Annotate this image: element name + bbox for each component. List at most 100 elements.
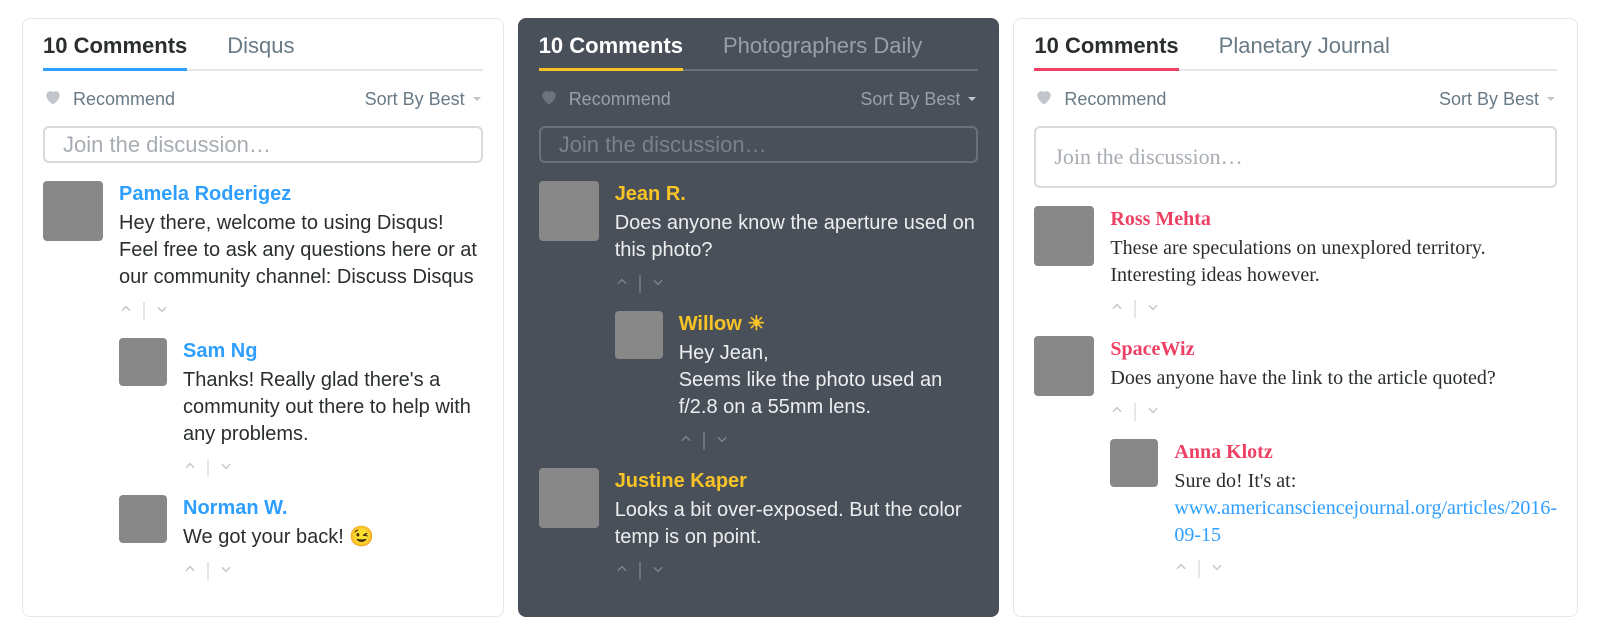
comment-input[interactable]: Join the discussion…: [1034, 126, 1557, 188]
vote-controls: [1110, 398, 1557, 425]
vote-separator: [207, 459, 209, 477]
downvote-icon[interactable]: [1146, 295, 1160, 322]
comment-author[interactable]: Pamela Roderigez: [119, 181, 483, 208]
vote-separator: [1198, 560, 1200, 578]
tab-community[interactable]: Disqus: [227, 33, 294, 71]
vote-controls: [1110, 295, 1557, 322]
comment: Sam Ng Thanks! Really glad there's a com…: [119, 338, 483, 481]
comment: Norman W. We got your back! 😉: [119, 495, 483, 584]
comment-text: Does anyone know the aperture used on th…: [615, 210, 979, 264]
avatar[interactable]: [539, 181, 599, 241]
avatar[interactable]: [43, 181, 103, 241]
comment-text: Hey Jean, Seems like the photo used an f…: [679, 340, 979, 421]
tabs: 10 Comments Planetary Journal: [1034, 33, 1557, 73]
recommend-button[interactable]: Recommend: [1034, 87, 1166, 112]
comment: Justine Kaper Looks a bit over-exposed. …: [539, 468, 979, 584]
comment-text: Thanks! Really glad there's a community …: [183, 367, 483, 448]
comment-author[interactable]: Norman W.: [183, 495, 483, 522]
comment: Anna Klotz Sure do! It's at: www.america…: [1110, 439, 1557, 582]
downvote-icon[interactable]: [155, 297, 169, 324]
comment-link[interactable]: www.americansciencejournal.org/articles/…: [1174, 497, 1557, 546]
downvote-icon[interactable]: [715, 427, 729, 454]
vote-separator: [143, 302, 145, 320]
comment-text: These are speculations on unexplored ter…: [1110, 235, 1557, 289]
avatar[interactable]: [615, 311, 663, 359]
tab-community[interactable]: Planetary Journal: [1219, 33, 1390, 71]
upvote-icon[interactable]: [679, 427, 693, 454]
comment-author[interactable]: SpaceWiz: [1110, 336, 1557, 363]
sort-label: Sort By Best: [365, 89, 465, 110]
sort-dropdown[interactable]: Sort By Best: [365, 89, 483, 110]
tab-community[interactable]: Photographers Daily: [723, 33, 922, 71]
downvote-icon[interactable]: [1210, 555, 1224, 582]
chevron-down-icon: [966, 89, 978, 110]
comment-thread: Ross Mehta These are speculations on une…: [1034, 206, 1557, 596]
downvote-icon[interactable]: [219, 454, 233, 481]
comment-author[interactable]: Ross Mehta: [1110, 206, 1557, 233]
comment: Jean R. Does anyone know the aperture us…: [539, 181, 979, 297]
comment-text: Does anyone have the link to the article…: [1110, 365, 1557, 392]
comment-author[interactable]: Anna Klotz: [1174, 439, 1557, 466]
recommend-label: Recommend: [73, 89, 175, 110]
avatar[interactable]: [1034, 336, 1094, 396]
comment-input[interactable]: Join the discussion…: [539, 126, 979, 163]
sort-dropdown[interactable]: Sort By Best: [860, 89, 978, 110]
upvote-icon[interactable]: [1110, 295, 1124, 322]
avatar[interactable]: [119, 338, 167, 386]
vote-controls: [679, 427, 979, 454]
sort-label: Sort By Best: [860, 89, 960, 110]
recommend-button[interactable]: Recommend: [539, 87, 671, 112]
toolbar: Recommend Sort By Best: [539, 87, 979, 112]
comments-panel-disqus: 10 Comments Disqus Recommend Sort By Bes…: [22, 18, 504, 617]
comments-panel-planetary: 10 Comments Planetary Journal Recommend …: [1013, 18, 1578, 617]
comment-text: Sure do! It's at: www.americansciencejou…: [1174, 468, 1557, 549]
vote-controls: [615, 270, 979, 297]
upvote-icon[interactable]: [183, 557, 197, 584]
recommend-button[interactable]: Recommend: [43, 87, 175, 112]
chevron-down-icon: [1545, 89, 1557, 110]
vote-controls: [615, 557, 979, 584]
downvote-icon[interactable]: [651, 557, 665, 584]
avatar[interactable]: [1034, 206, 1094, 266]
vote-separator: [639, 275, 641, 293]
upvote-icon[interactable]: [615, 270, 629, 297]
chevron-down-icon: [471, 89, 483, 110]
heart-icon: [43, 87, 63, 112]
vote-separator: [207, 562, 209, 580]
downvote-icon[interactable]: [1146, 398, 1160, 425]
vote-separator: [703, 432, 705, 450]
comment-text: Hey there, welcome to using Disqus! Feel…: [119, 210, 483, 291]
comment: Ross Mehta These are speculations on une…: [1034, 206, 1557, 322]
sort-dropdown[interactable]: Sort By Best: [1439, 89, 1557, 110]
recommend-label: Recommend: [1064, 89, 1166, 110]
downvote-icon[interactable]: [219, 557, 233, 584]
upvote-icon[interactable]: [615, 557, 629, 584]
comment: Pamela Roderigez Hey there, welcome to u…: [43, 181, 483, 324]
avatar[interactable]: [119, 495, 167, 543]
heart-icon: [1034, 87, 1054, 112]
upvote-icon[interactable]: [119, 297, 133, 324]
upvote-icon[interactable]: [183, 454, 197, 481]
tab-comments[interactable]: 10 Comments: [1034, 33, 1178, 71]
vote-controls: [1174, 555, 1557, 582]
upvote-icon[interactable]: [1110, 398, 1124, 425]
comment-thread: Jean R. Does anyone know the aperture us…: [539, 181, 979, 598]
tab-comments[interactable]: 10 Comments: [539, 33, 683, 71]
downvote-icon[interactable]: [651, 270, 665, 297]
vote-controls: [183, 557, 483, 584]
comment-input[interactable]: Join the discussion…: [43, 126, 483, 163]
tab-comments[interactable]: 10 Comments: [43, 33, 187, 71]
vote-controls: [119, 297, 483, 324]
comment-author[interactable]: Justine Kaper: [615, 468, 979, 495]
vote-separator: [1134, 403, 1136, 421]
avatar[interactable]: [539, 468, 599, 528]
vote-separator: [1134, 300, 1136, 318]
comment-author[interactable]: Jean R.: [615, 181, 979, 208]
comment-author[interactable]: Willow ☀: [679, 311, 979, 338]
heart-icon: [539, 87, 559, 112]
vote-controls: [183, 454, 483, 481]
comment-text: Looks a bit over-exposed. But the color …: [615, 497, 979, 551]
upvote-icon[interactable]: [1174, 555, 1188, 582]
comment-author[interactable]: Sam Ng: [183, 338, 483, 365]
avatar[interactable]: [1110, 439, 1158, 487]
